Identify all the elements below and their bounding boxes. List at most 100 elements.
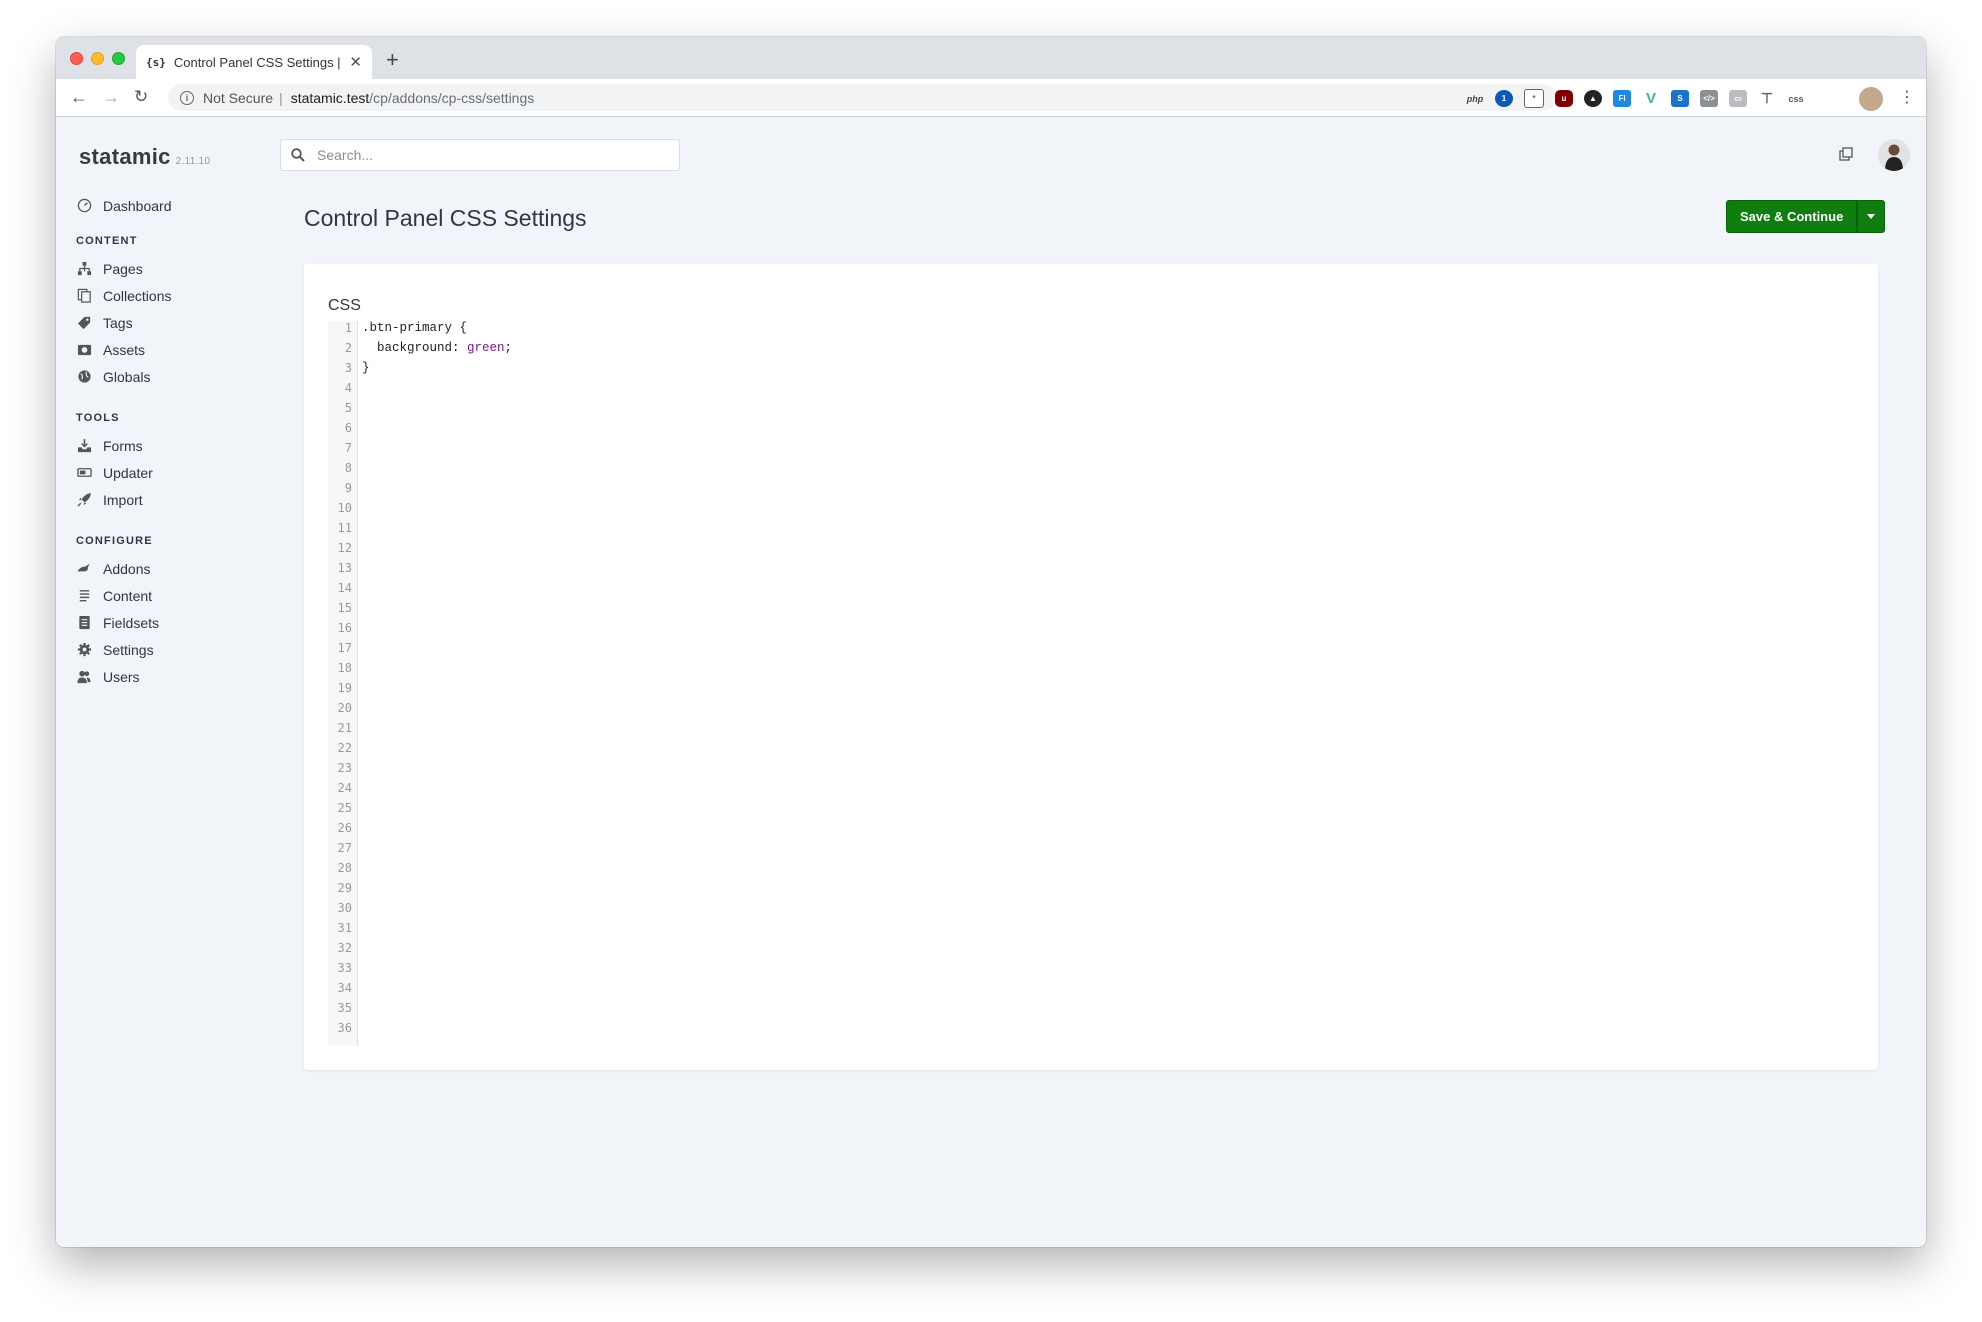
tab-close-icon[interactable]: ✕ — [349, 53, 362, 71]
gear-icon — [76, 642, 92, 658]
download-tray-icon — [76, 438, 92, 454]
security-status: Not Secure — [203, 89, 274, 106]
line-number: 36 — [337, 1021, 352, 1035]
close-window-button[interactable] — [70, 52, 83, 65]
line-number: 4 — [344, 381, 352, 395]
sidebar-item-users[interactable]: Users — [76, 663, 276, 690]
maximize-window-button[interactable] — [112, 52, 125, 65]
line-number: 17 — [337, 641, 352, 655]
sidebar-item-settings[interactable]: Settings — [76, 636, 276, 663]
statamic-favicon-icon: {s} — [146, 55, 166, 69]
tab-title: Control Panel CSS Settings | St — [173, 54, 344, 70]
line-number: 18 — [337, 661, 352, 675]
collections-icon — [76, 288, 92, 304]
line-number: 27 — [337, 841, 352, 855]
line-number-gutter: 1 2 3 4 5 6 7 8 9 10 11 12 13 14 15 16 17 18 19 20 21 22 23 24 2… — [328, 321, 358, 1046]
tab-bar: {s} Control Panel CSS Settings | St ✕ + — [56, 37, 1926, 79]
tools-icon[interactable]: ⊤ — [1758, 90, 1776, 107]
browser-profile-avatar[interactable] — [1859, 87, 1883, 111]
sidebar-section-tools: TOOLS — [76, 412, 120, 424]
sidebar-item-label: Globals — [103, 368, 151, 385]
sidebar-item-label: Assets — [103, 341, 146, 358]
code-line-1: .btn-primary { — [362, 321, 468, 335]
line-number: 8 — [344, 461, 352, 475]
sidebar-item-label: Collections — [103, 287, 172, 304]
line-number: 24 — [337, 781, 352, 795]
sidebar-item-content[interactable]: Content — [76, 582, 276, 609]
css-semicolon: ; — [504, 341, 513, 355]
code-line-3: } — [362, 361, 370, 375]
line-number: 20 — [337, 701, 352, 715]
new-tab-icon[interactable]: + — [386, 47, 399, 73]
sitemap-icon — [76, 261, 92, 277]
line-number: 5 — [344, 401, 352, 415]
sidebar-item-import[interactable]: Import — [76, 486, 276, 513]
statamic-logo[interactable]: statamic 2.11.10 — [79, 144, 210, 170]
dark-reader-icon[interactable]: ▲ — [1584, 90, 1602, 107]
save-continue-button[interactable]: Save & Continue — [1726, 200, 1858, 233]
sidebar: Dashboard CONTENT Pages Collections Tags… — [76, 192, 276, 690]
browser-toolbar: ← → ↻ i Not Secure | statamic.test/cp/ad… — [56, 79, 1926, 117]
back-arrow-icon[interactable]: ← — [70, 87, 88, 108]
line-number: 2 — [344, 341, 352, 355]
assets-icon — [76, 342, 92, 358]
sidebar-item-updater[interactable]: Updater — [76, 459, 276, 486]
sidebar-item-dashboard[interactable]: Dashboard — [76, 192, 276, 219]
vue-devtools-icon[interactable]: V — [1642, 90, 1660, 107]
url-path: /cp/addons/cp-css/settings — [369, 89, 535, 106]
sidebar-item-fieldsets[interactable]: Fieldsets — [76, 609, 276, 636]
line-number: 13 — [337, 561, 352, 575]
line-number: 23 — [337, 761, 352, 775]
1password-icon[interactable]: 1 — [1495, 90, 1513, 107]
globe-icon — [76, 369, 92, 385]
sidebar-item-label: Pages — [103, 260, 143, 277]
line-number: 35 — [337, 1001, 352, 1015]
browser-tab-active[interactable]: {s} Control Panel CSS Settings | St ✕ — [136, 45, 372, 79]
css-icon[interactable]: css — [1787, 90, 1805, 107]
fl-icon[interactable]: Fl — [1613, 90, 1631, 107]
save-options-dropdown[interactable] — [1857, 200, 1886, 233]
ublock-icon[interactable]: u — [1555, 90, 1573, 107]
reload-icon[interactable]: ↻ — [134, 87, 148, 107]
sidebar-item-addons[interactable]: Addons — [76, 555, 276, 582]
line-number: 25 — [337, 801, 352, 815]
tag-icon — [76, 315, 92, 331]
line-number: 1 — [344, 321, 352, 335]
sidebar-item-label: Forms — [103, 437, 143, 454]
forward-arrow-icon[interactable]: → — [102, 87, 120, 108]
browser-menu-icon[interactable]: ⋮ — [1899, 87, 1915, 107]
sidebar-item-tags[interactable]: Tags — [76, 309, 276, 336]
search-input[interactable] — [315, 146, 659, 164]
minimize-window-button[interactable] — [91, 52, 104, 65]
code-content[interactable]: .btn-primary { background: green; } — [362, 321, 512, 381]
s-icon[interactable]: S — [1671, 90, 1689, 107]
save-button-group: Save & Continue — [1726, 200, 1886, 233]
sidebar-item-collections[interactable]: Collections — [76, 282, 276, 309]
sidebar-section-content: CONTENT — [76, 235, 138, 247]
php-icon[interactable]: php — [1466, 90, 1484, 107]
global-search[interactable] — [280, 139, 680, 171]
css-code-editor[interactable]: 1 2 3 4 5 6 7 8 9 10 11 12 13 14 15 16 17 18 19 20 21 22 23 24 2… — [328, 321, 1854, 1046]
code-icon[interactable]: </> — [1700, 90, 1718, 107]
logo-text: statamic — [79, 144, 171, 169]
url-host: statamic.test — [290, 89, 370, 106]
sidebar-item-forms[interactable]: Forms — [76, 432, 276, 459]
sidebar-item-pages[interactable]: Pages — [76, 255, 276, 282]
sidebar-item-globals[interactable]: Globals — [76, 363, 276, 390]
user-avatar[interactable] — [1878, 139, 1910, 171]
search-icon — [291, 148, 305, 162]
open-site-icon[interactable] — [1839, 147, 1853, 161]
line-number: 3 — [344, 361, 352, 375]
users-icon — [76, 669, 92, 685]
sidebar-item-label: Users — [103, 668, 140, 685]
sidebar-section-configure: CONFIGURE — [76, 535, 153, 547]
comment-icon[interactable]: ▭ — [1729, 90, 1747, 107]
address-bar[interactable]: i Not Secure | statamic.test/cp/addons/c… — [168, 84, 1556, 111]
fieldsets-icon — [76, 615, 92, 631]
extension-icon[interactable]: * — [1524, 89, 1544, 108]
line-number: 28 — [337, 861, 352, 875]
css-value: green — [467, 341, 505, 355]
sidebar-item-assets[interactable]: Assets — [76, 336, 276, 363]
info-icon[interactable]: i — [180, 90, 194, 105]
rocket-icon — [76, 492, 92, 508]
